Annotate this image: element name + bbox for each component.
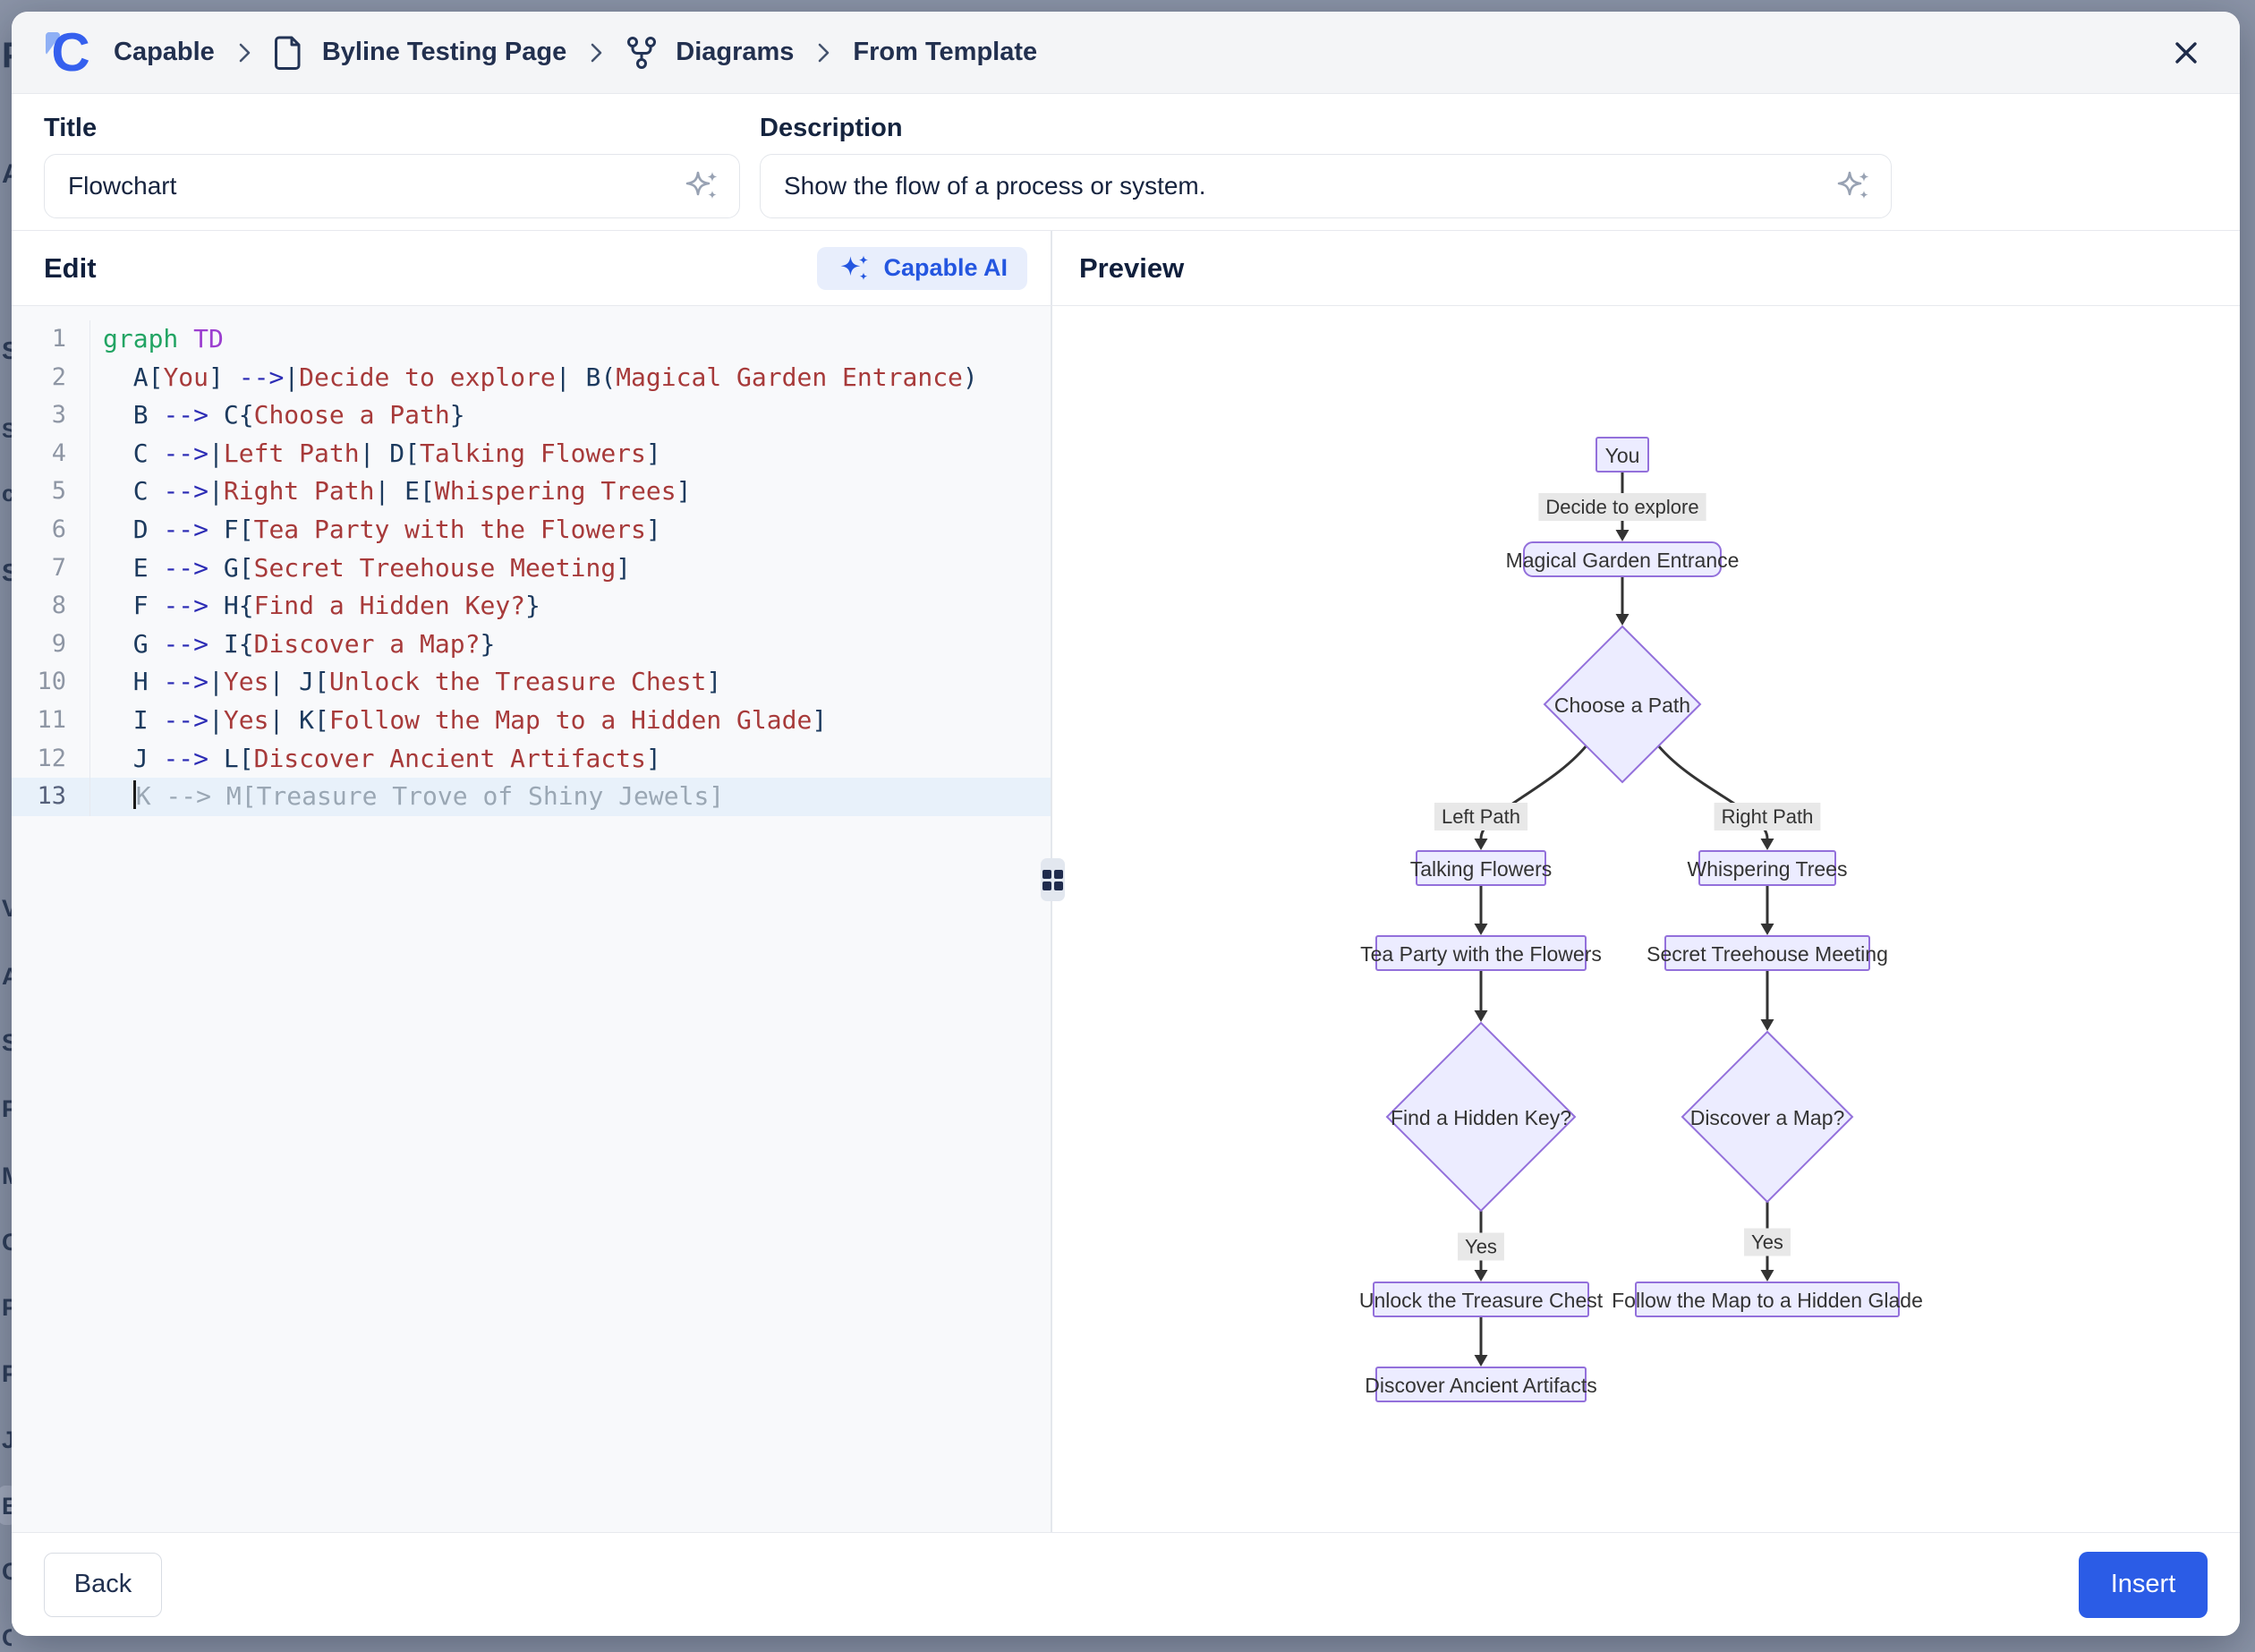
line-number: 7 [12, 549, 90, 588]
backdrop-text-fragment: Sp [2, 336, 12, 365]
flow-node-label: Secret Treehouse Meeting [1647, 942, 1888, 966]
backdrop-text-fragment: co [2, 480, 12, 507]
code-line[interactable]: 10 H -->|Yes| J[Unlock the Treasure Ches… [12, 663, 1051, 702]
backdrop-text-fragment: Ca [2, 1624, 12, 1652]
chevron-right-icon [233, 41, 256, 64]
flow-node-label: Unlock the Treasure Chest [1359, 1289, 1604, 1312]
metadata-fields: Title Description [12, 94, 2240, 231]
code-line[interactable]: 6 D --> F[Tea Party with the Flowers] [12, 511, 1051, 549]
title-input[interactable] [44, 154, 740, 218]
line-number: 2 [12, 359, 90, 397]
sparkles-icon[interactable] [683, 166, 722, 206]
edge-label: Yes [1751, 1231, 1783, 1254]
backdrop-text-fragment: SH [2, 419, 12, 444]
backdrop-text-fragment: Ar [2, 963, 12, 991]
from-template-dialog: C Capable Byline Testing Page Diagrams F… [12, 12, 2240, 1636]
description-field-group: Description [760, 114, 1892, 230]
description-input[interactable] [760, 154, 1892, 218]
backdrop-text-fragment: Vi [2, 895, 12, 923]
flowchart-diagram: You Magical Garden Entrance Choose a Path T… [1278, 412, 1922, 1432]
code-editor[interactable]: 1graph TD2 A[You] -->|Decide to explore|… [12, 306, 1052, 1532]
flow-node-label: Discover Ancient Artifacts [1365, 1374, 1597, 1397]
backdrop-text-fragment: Ca [2, 1558, 12, 1586]
backdrop-text-fragment: Al [2, 159, 12, 190]
backdrop-page-fragments: Pr Al Sp SH co Se Vi Ar Se Pr M Cl Pr Pr Ju By Ca Ca [0, 0, 12, 1652]
capable-logo: C [44, 27, 96, 79]
line-number: 11 [12, 702, 90, 740]
line-number: 12 [12, 740, 90, 779]
backdrop-text-fragment: By [2, 1493, 12, 1520]
diagram-fork-icon [625, 36, 658, 70]
chevron-right-icon [812, 41, 835, 64]
line-number: 1 [12, 320, 90, 359]
edge-label: Right Path [1722, 805, 1814, 828]
backdrop-text-fragment: M [2, 1162, 12, 1190]
edge-label: Yes [1465, 1236, 1497, 1258]
breadcrumb-item-diagrams[interactable]: Diagrams [676, 38, 794, 67]
flow-node-label: Follow the Map to a Hidden Glade [1612, 1289, 1922, 1312]
flow-node-label: Talking Flowers [1410, 857, 1553, 881]
line-number: 4 [12, 435, 90, 473]
chevron-right-icon [584, 41, 608, 64]
code-line[interactable]: 3 B --> C{Choose a Path} [12, 396, 1051, 435]
split-drag-handle[interactable] [1041, 858, 1065, 901]
code-line[interactable]: 2 A[You] -->|Decide to explore| B(Magica… [12, 359, 1051, 397]
flow-node-label: Whispering Trees [1688, 857, 1848, 881]
code-line[interactable]: 8 F --> H{Find a Hidden Key?} [12, 587, 1051, 626]
flow-node-label: Discover a Map? [1690, 1106, 1845, 1129]
line-number: 10 [12, 663, 90, 702]
close-button[interactable] [2165, 31, 2208, 74]
flow-node-label: Tea Party with the Flowers [1360, 942, 1602, 966]
breadcrumb-item-capable[interactable]: Capable [114, 38, 215, 67]
code-line[interactable]: 4 C -->|Left Path| D[Talking Flowers] [12, 435, 1051, 473]
title-field-group: Title [44, 114, 740, 230]
sparkles-icon[interactable] [1834, 166, 1874, 206]
insert-button[interactable]: Insert [2079, 1552, 2208, 1618]
preview-heading: Preview [1079, 252, 1184, 285]
description-label: Description [760, 114, 1892, 143]
backdrop-text-fragment: Se [2, 558, 12, 587]
back-button[interactable]: Back [44, 1553, 162, 1617]
line-number: 5 [12, 473, 90, 511]
breadcrumb-item-from-template[interactable]: From Template [853, 38, 1037, 67]
line-number: 3 [12, 396, 90, 435]
capable-ai-button[interactable]: Capable AI [817, 247, 1027, 290]
sparkles-icon [837, 251, 872, 286]
backdrop-text-fragment: Cl [2, 1229, 12, 1256]
breadcrumb-item-byline-testing-page[interactable]: Byline Testing Page [322, 38, 566, 67]
line-number: 8 [12, 587, 90, 626]
capable-ai-label: Capable AI [883, 254, 1008, 282]
document-icon [274, 35, 304, 71]
edit-heading: Edit [44, 252, 97, 285]
edge-label: Decide to explore [1545, 496, 1698, 518]
flow-node-label: Magical Garden Entrance [1506, 549, 1740, 572]
code-line[interactable]: 7 E --> G[Secret Treehouse Meeting] [12, 549, 1051, 588]
line-number: 13 [12, 778, 90, 816]
code-line[interactable]: 11 I -->|Yes| K[Follow the Map to a Hidd… [12, 702, 1051, 740]
code-line[interactable]: 9 G --> I{Discover a Map?} [12, 626, 1051, 664]
backdrop-text-fragment: Pr [2, 36, 12, 76]
code-line[interactable]: 13 K --> M[Treasure Trove of Shiny Jewel… [12, 778, 1051, 816]
code-line[interactable]: 5 C -->|Right Path| E[Whispering Trees] [12, 473, 1051, 511]
backdrop-text-fragment: Pr [2, 1095, 12, 1123]
code-line[interactable]: 12 J --> L[Discover Ancient Artifacts] [12, 740, 1051, 779]
flow-node-label: Choose a Path [1554, 694, 1690, 717]
edge-label: Left Path [1442, 805, 1520, 828]
editor-preview-split: 1graph TD2 A[You] -->|Decide to explore|… [12, 306, 2240, 1532]
line-number: 9 [12, 626, 90, 664]
diagram-preview: You Magical Garden Entrance Choose a Path T… [1052, 306, 2240, 1532]
dialog-header: C Capable Byline Testing Page Diagrams F… [12, 12, 2240, 94]
code-line[interactable]: 1graph TD [12, 320, 1051, 359]
backdrop-text-fragment: Ju [2, 1426, 12, 1454]
panel-headers: Edit Capable AI Preview [12, 231, 2240, 306]
flow-node-label: You [1605, 444, 1640, 467]
close-icon [2170, 37, 2202, 69]
line-number: 6 [12, 511, 90, 549]
backdrop-text-fragment: Se [2, 1029, 12, 1057]
title-label: Title [44, 114, 740, 143]
backdrop-text-fragment: Pr [2, 1294, 12, 1322]
dialog-footer: Back Insert [12, 1532, 2240, 1636]
flow-node-label: Find a Hidden Key? [1391, 1106, 1571, 1129]
backdrop-text-fragment: Pr [2, 1360, 12, 1388]
